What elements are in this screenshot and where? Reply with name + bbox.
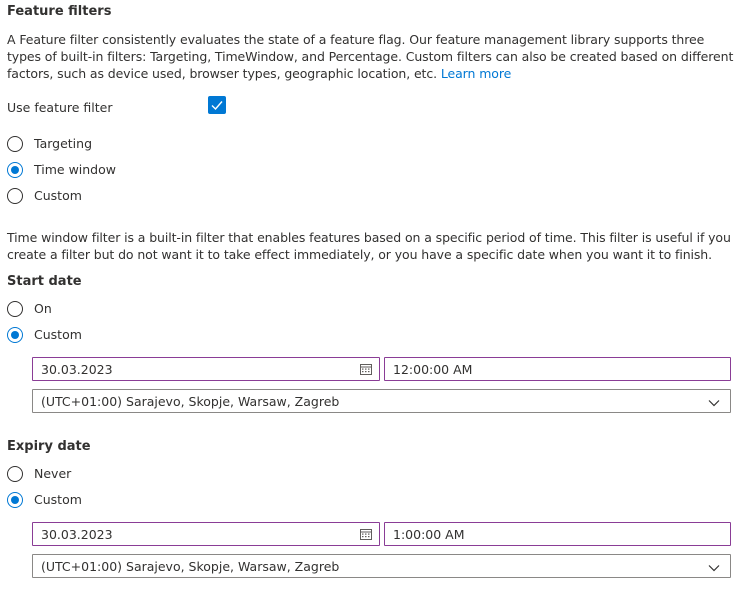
radio-circle[interactable] bbox=[7, 466, 23, 482]
learn-more-link[interactable]: Learn more bbox=[441, 66, 511, 81]
section-description: A Feature filter consistently evaluates … bbox=[7, 31, 735, 82]
radio-circle[interactable] bbox=[7, 188, 23, 204]
radio-label: Targeting bbox=[34, 136, 93, 151]
radio-circle[interactable] bbox=[7, 162, 23, 178]
start-time-input[interactable]: 12:00:00 AM bbox=[384, 357, 731, 381]
section-title: Feature filters bbox=[7, 4, 112, 19]
radio-label: On bbox=[34, 301, 52, 316]
radio-label: Time window bbox=[34, 162, 116, 177]
expiry-time-value: 1:00:00 AM bbox=[393, 527, 465, 542]
start-date-input[interactable]: 30.03.2023 bbox=[32, 357, 380, 381]
time-window-description: Time window filter is a built-in filter … bbox=[7, 230, 731, 262]
start-date-title: Start date bbox=[7, 274, 82, 289]
radio-circle[interactable] bbox=[7, 492, 23, 508]
use-feature-filter-label: Use feature filter bbox=[7, 100, 113, 115]
description-text: A Feature filter consistently evaluates … bbox=[7, 32, 734, 81]
start-time-value: 12:00:00 AM bbox=[393, 362, 473, 377]
expiry-date-input[interactable]: 30.03.2023 bbox=[32, 522, 380, 546]
chevron-down-icon bbox=[708, 396, 720, 411]
chevron-down-icon bbox=[708, 561, 720, 576]
expiry-timezone-value: (UTC+01:00) Sarajevo, Skopje, Warsaw, Za… bbox=[41, 559, 340, 574]
radio-circle[interactable] bbox=[7, 327, 23, 343]
radio-label: Custom bbox=[34, 327, 82, 342]
start-date-value: 30.03.2023 bbox=[41, 362, 113, 377]
radio-label: Custom bbox=[34, 188, 82, 203]
radio-circle[interactable] bbox=[7, 136, 23, 152]
calendar-icon[interactable] bbox=[359, 362, 373, 379]
calendar-icon[interactable] bbox=[359, 527, 373, 544]
expiry-date-title: Expiry date bbox=[7, 439, 91, 454]
radio-label: Custom bbox=[34, 492, 82, 507]
checkmark-icon bbox=[211, 101, 223, 111]
radio-label: Never bbox=[34, 466, 72, 481]
start-timezone-value: (UTC+01:00) Sarajevo, Skopje, Warsaw, Za… bbox=[41, 394, 340, 409]
expiry-date-value: 30.03.2023 bbox=[41, 527, 113, 542]
radio-circle[interactable] bbox=[7, 301, 23, 317]
use-feature-filter-checkbox[interactable] bbox=[208, 96, 226, 114]
expiry-time-input[interactable]: 1:00:00 AM bbox=[384, 522, 731, 546]
expiry-timezone-select[interactable]: (UTC+01:00) Sarajevo, Skopje, Warsaw, Za… bbox=[32, 554, 731, 578]
start-timezone-select[interactable]: (UTC+01:00) Sarajevo, Skopje, Warsaw, Za… bbox=[32, 389, 731, 413]
